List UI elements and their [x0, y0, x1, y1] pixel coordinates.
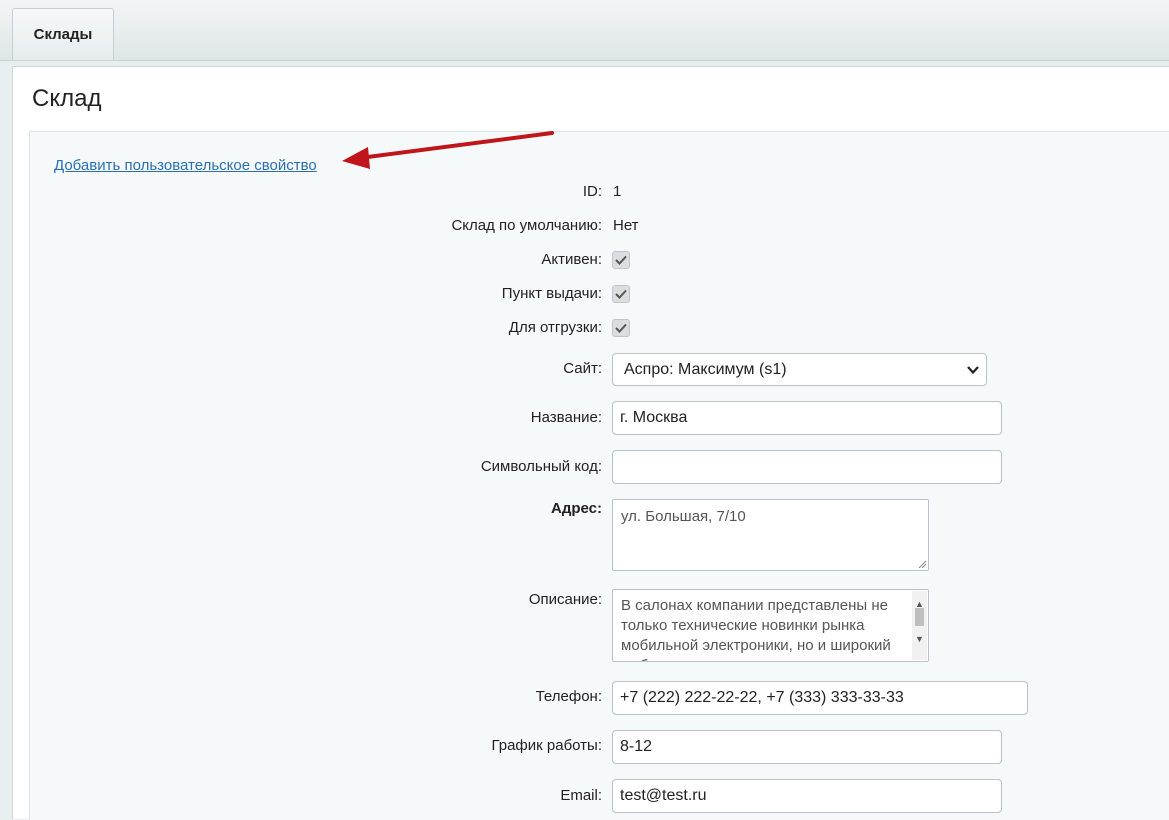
tab-bar: Склады	[0, 0, 1169, 61]
checkmark-icon	[615, 289, 627, 299]
email-input[interactable]: test@test.ru	[612, 779, 1002, 813]
address-label: Адрес:	[551, 500, 602, 517]
site-select[interactable]: Аспро: Максимум (s1)	[612, 353, 987, 386]
code-label: Символьный код:	[480, 458, 602, 475]
resize-handle-icon[interactable]	[917, 559, 927, 569]
code-input[interactable]	[612, 450, 1002, 484]
description-textarea[interactable]: В салонах компании представлены не тольк…	[612, 589, 929, 662]
schedule-label: График работы:	[491, 737, 602, 754]
email-label: Email:	[560, 787, 602, 804]
pickup-point-label: Пункт выдачи:	[501, 285, 602, 302]
default-store-value: Нет	[613, 217, 639, 234]
scroll-thumb[interactable]	[915, 608, 924, 626]
description-scrollbar[interactable]: ▲ ▼	[912, 591, 927, 660]
site-label: Сайт:	[563, 360, 602, 377]
chevron-down-icon	[967, 366, 979, 375]
checkmark-icon	[615, 255, 627, 265]
address-text: ул. Большая, 7/10	[621, 508, 746, 525]
default-store-label: Склад по умолчанию:	[451, 217, 602, 234]
add-custom-property-link[interactable]: Добавить пользовательское свойство	[54, 157, 317, 174]
name-input[interactable]: г. Москва	[612, 401, 1002, 435]
phone-label: Телефон:	[535, 688, 602, 705]
active-checkbox[interactable]	[612, 251, 630, 269]
site-select-value: Аспро: Максимум (s1)	[624, 361, 787, 378]
name-label: Название:	[530, 409, 602, 426]
schedule-input[interactable]: 8-12	[612, 730, 1002, 764]
description-text: В салонах компании представлены не тольк…	[621, 597, 891, 661]
shipping-label: Для отгрузки:	[508, 319, 602, 336]
id-value: 1	[613, 183, 622, 200]
address-textarea[interactable]: ул. Большая, 7/10	[612, 499, 929, 571]
checkmark-icon	[615, 323, 627, 333]
active-label: Активен:	[541, 251, 602, 268]
tab-stores[interactable]: Склады	[12, 8, 114, 60]
shipping-checkbox[interactable]	[612, 319, 630, 337]
annotation-arrow-icon	[342, 131, 554, 169]
id-label: ID:	[582, 183, 602, 200]
pickup-point-checkbox[interactable]	[612, 285, 630, 303]
scroll-down-icon[interactable]: ▼	[915, 629, 924, 649]
description-label: Описание:	[528, 591, 602, 608]
phone-input[interactable]: +7 (222) 222-22-22, +7 (333) 333-33-33	[612, 681, 1028, 715]
page-title: Склад	[32, 85, 102, 112]
